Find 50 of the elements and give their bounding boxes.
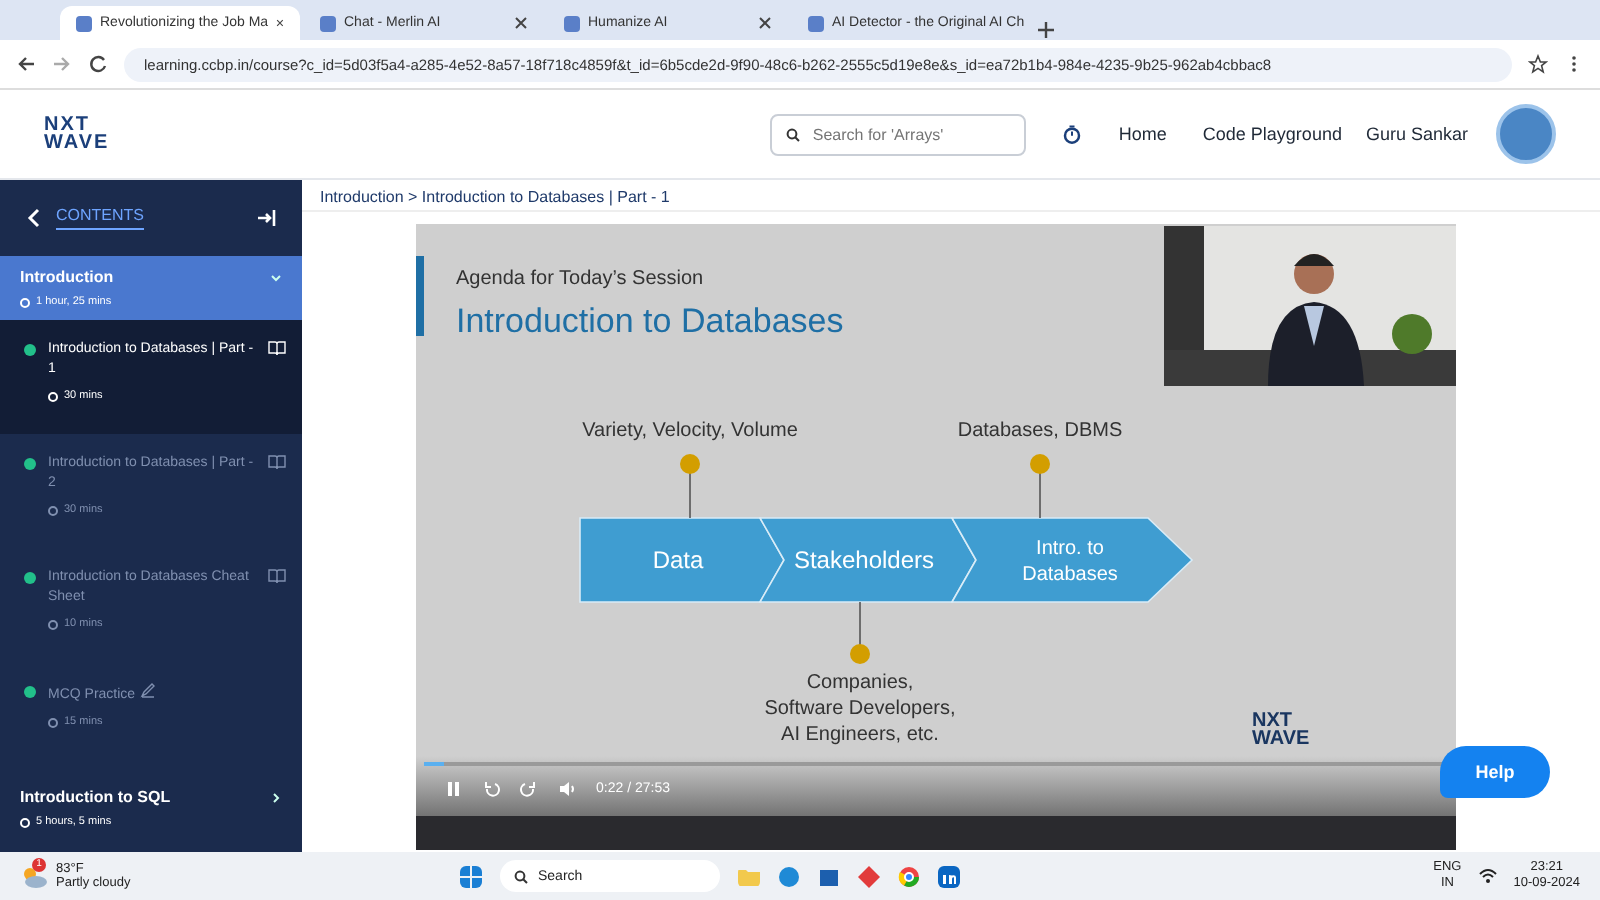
close-icon[interactable]	[758, 16, 772, 30]
callout-pin	[1030, 454, 1050, 519]
browser-icon[interactable]	[778, 865, 800, 887]
nav-link[interactable]: Home	[1118, 124, 1167, 144]
site-logo[interactable]: NXT WAVE	[44, 116, 110, 152]
stopwatch-icon[interactable]	[1062, 124, 1083, 144]
contents-tab[interactable]: CONTENTS	[56, 206, 144, 230]
rewind-icon[interactable]	[482, 780, 500, 798]
diamond-icon[interactable]	[858, 865, 880, 887]
slide-title: Introduction to Databases	[456, 302, 844, 342]
plus-icon[interactable]	[1036, 20, 1056, 40]
volume-icon[interactable]	[558, 780, 576, 798]
close-icon[interactable]	[514, 16, 528, 30]
video-logo: NXT WAVE	[1252, 712, 1310, 748]
stage-chevron: Data	[579, 517, 785, 603]
star-icon[interactable]	[1528, 54, 1548, 74]
user-name[interactable]: Guru Sankar	[1365, 124, 1468, 144]
pause-icon[interactable]	[444, 780, 462, 798]
forward-skip-icon[interactable]	[520, 780, 538, 798]
store-icon[interactable]	[818, 865, 840, 887]
video-player[interactable]	[416, 224, 1456, 850]
pencil-icon	[139, 682, 156, 698]
search-field[interactable]: Search for 'Arrays'	[770, 113, 1027, 155]
search-icon	[514, 869, 528, 883]
callout-label: Variety, Velocity, Volume	[582, 420, 798, 442]
close-icon[interactable]	[276, 16, 284, 30]
reload-icon[interactable]	[88, 54, 108, 74]
breadcrumb: Introduction > Introduction to Databases | Part - 1	[302, 180, 1600, 212]
callout-label: Databases, DBMS	[957, 420, 1123, 442]
chevron-down-icon[interactable]	[270, 271, 282, 283]
section-title: Introduction to SQL	[20, 788, 171, 806]
linkedin-icon[interactable]	[938, 865, 960, 887]
collapse-panel-icon[interactable]	[258, 208, 278, 228]
search-icon	[786, 127, 801, 141]
chrome-icon[interactable]	[898, 865, 920, 887]
back-icon[interactable]	[16, 54, 36, 74]
windows-icon[interactable]	[460, 865, 482, 887]
callout-label: Companies, Software Developers, AI Engineers, etc.	[764, 672, 956, 746]
accent-bar	[416, 256, 424, 336]
section-title: Introduction	[20, 268, 114, 286]
chevron-right-icon[interactable]	[270, 791, 282, 803]
callout-pin	[680, 454, 700, 519]
slide-subtitle: Agenda for Today’s Session	[456, 268, 704, 290]
stage-chevron: Intro. to Databases	[950, 517, 1194, 603]
help-button[interactable]: Help	[1440, 746, 1550, 798]
nav-link[interactable]: Code Playground	[1202, 124, 1342, 144]
chevron-left-icon[interactable]	[24, 208, 44, 228]
callout-pin	[850, 601, 870, 664]
avatar[interactable]	[1496, 104, 1556, 164]
wifi-icon[interactable]	[1477, 866, 1498, 886]
